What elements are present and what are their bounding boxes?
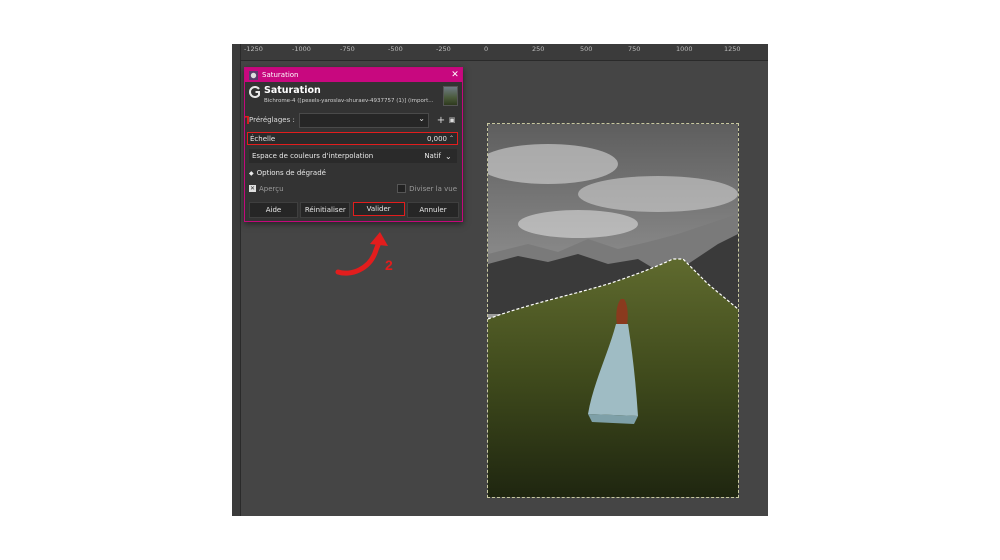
gimp-app-icon: [249, 70, 258, 80]
ruler-tick: 1250: [724, 45, 741, 53]
preview-checkbox[interactable]: ✕: [249, 185, 256, 192]
ok-button[interactable]: Valider: [352, 202, 405, 216]
add-preset-icon[interactable]: +: [435, 115, 447, 126]
split-view-label: Diviser la vue: [409, 184, 457, 193]
preview-row: ✕ Aperçu Diviser la vue: [249, 184, 457, 193]
preset-menu-icon[interactable]: ▣: [447, 116, 457, 124]
ruler-tick: 0: [484, 45, 489, 53]
step-2-arrow: 2: [335, 232, 393, 276]
chevron-down-icon: ⌄: [445, 151, 452, 161]
horizontal-ruler: -1250 -1000 -750 -500 -250 0 250 500 750…: [240, 44, 768, 61]
layer-subtitle: Bichrome-4 ([pexels-yaroslav-shuraev-493…: [264, 98, 434, 104]
preview-label: Aperçu: [259, 184, 284, 193]
presets-combo[interactable]: ⌄: [299, 112, 429, 128]
split-view-checkbox[interactable]: [397, 184, 407, 193]
saturation-dialog: Saturation ✕ Saturation Bichrome-4 ([pex…: [244, 67, 463, 222]
vertical-ruler: [232, 44, 241, 516]
dialog-title: Saturation: [264, 85, 321, 96]
interpolation-label: Espace de couleurs d'interpolation: [252, 152, 374, 160]
dialog-window-title: Saturation: [262, 71, 299, 79]
layer-thumbnail: [443, 86, 458, 106]
dialog-titlebar[interactable]: Saturation ✕: [245, 68, 462, 82]
ruler-tick: 1000: [676, 45, 693, 53]
cancel-button[interactable]: Annuler: [406, 202, 459, 218]
presets-label: Préréglages :: [249, 116, 295, 124]
presets-row: Préréglages : ⌄ + ▣: [249, 112, 457, 128]
ruler-tick: -1000: [292, 45, 311, 53]
canvas-image[interactable]: [487, 123, 739, 498]
ruler-tick: -250: [436, 45, 451, 53]
scale-field[interactable]: Échelle 0,000 ⌃: [247, 132, 458, 145]
close-icon[interactable]: ✕: [448, 70, 462, 80]
chevron-down-icon: ⌄: [418, 113, 425, 123]
step-2-label: 2: [385, 257, 393, 273]
dialog-button-row: Aide Réinitialiser Valider Annuler: [249, 202, 459, 218]
ruler-tick: -1250: [244, 45, 263, 53]
blend-options-expander[interactable]: ◆ Options de dégradé: [249, 169, 326, 177]
split-view-toggle[interactable]: Diviser la vue: [397, 184, 457, 193]
ruler-tick: 500: [580, 45, 593, 53]
scale-label: Échelle: [250, 134, 276, 143]
expander-icon: ◆: [249, 169, 254, 177]
help-button[interactable]: Aide: [249, 202, 298, 218]
gegl-g-icon: [249, 86, 260, 98]
blend-options-label: Options de dégradé: [256, 169, 326, 177]
interpolation-combo[interactable]: Espace de couleurs d'interpolation Natif…: [249, 149, 457, 163]
photo-illustration: [488, 124, 738, 497]
scale-value[interactable]: 0,000: [427, 135, 449, 143]
dialog-header: Saturation Bichrome-4 ([pexels-yaroslav-…: [245, 82, 462, 108]
reset-button[interactable]: Réinitialiser: [300, 202, 351, 218]
step-1-marker: [244, 116, 249, 124]
ruler-tick: 750: [628, 45, 641, 53]
ruler-tick: 250: [532, 45, 545, 53]
interpolation-value: Natif: [424, 152, 441, 160]
ruler-tick: -750: [340, 45, 355, 53]
ruler-tick: -500: [388, 45, 403, 53]
spin-arrows-icon[interactable]: ⌃: [449, 135, 457, 142]
